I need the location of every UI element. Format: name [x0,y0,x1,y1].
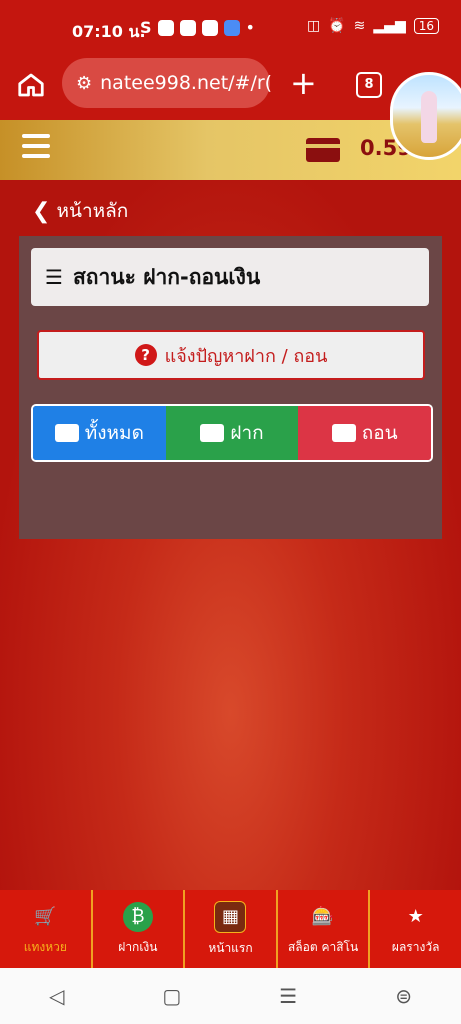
status-panel: ☰ สถานะ ฝาก-ถอนเงิน ? แจ้งปัญหาฝาก / ถอน… [19,236,442,539]
nav-home-label: หน้าแรก [208,940,253,955]
recents-icon[interactable]: ☰ [279,984,297,1008]
wifi-icon: ≋ [353,18,366,34]
nav-deposit[interactable]: ₿ ฝากเงิน [93,890,186,968]
tab-withdraw-label: ถอน [361,422,398,444]
credit-card-icon [306,138,340,162]
page-title: สถานะ ฝาก-ถอนเงิน [72,264,261,289]
report-problem-button[interactable]: ? แจ้งปัญหาฝาก / ถอน [37,330,425,380]
dot-icon: • [245,18,255,37]
nav-slots[interactable]: 🎰 สล็อต คาสิโน [278,890,371,968]
home-logo-icon: ▦ [214,900,247,933]
status-time: 07:10 น. [72,22,146,41]
filter-tabs: ทั้งหมด ฝาก ถอน [31,404,433,462]
bottom-nav: 🛒 แทงหวย ₿ ฝากเงิน ▦ หน้าแรก 🎰 สล็อต คาส… [0,890,461,968]
nav-results[interactable]: ★ ผลรางวัล [370,890,461,968]
tab-switcher-button[interactable]: 8 [356,72,382,98]
system-icons: ◫ ⏰ ≋ ▂▄▆ 16 [307,18,439,34]
folder-minus-icon [331,424,356,442]
nav-home[interactable]: ▦ หน้าแรก [185,890,278,968]
notification-icons: S • [140,18,255,37]
slot-machine-icon: 🎰 [311,906,335,927]
nfc-icon: ◫ [307,18,321,34]
app-icon [157,19,174,36]
report-label: แจ้งปัญหาฝาก / ถอน [164,345,328,367]
question-icon: ? [134,344,157,366]
tab-deposit-label: ฝาก [230,422,264,444]
tab-all[interactable]: ทั้งหมด [33,406,166,460]
hamburger-menu-icon[interactable] [22,134,50,162]
url-text: natee998.net/#/r( [100,72,273,94]
battery-icon: 16 [413,18,439,34]
tab-withdraw[interactable]: ถอน [298,406,431,460]
bitcoin-icon: ₿ [122,901,153,932]
back-label: หน้าหลัก [56,200,129,222]
youtube-icon [201,19,218,36]
home-square-icon[interactable]: ▢ [162,984,181,1008]
main-content: ❮ หน้าหลัก ☰ สถานะ ฝาก-ถอนเงิน ? แจ้งปัญ… [0,180,461,890]
checklist-icon: ☰ [45,265,63,289]
nav-lottery-label: แทงหวย [23,939,67,954]
new-tab-button[interactable]: + [290,64,317,102]
status-bar: 07:10 น. S • ◫ ⏰ ≋ ▂▄▆ 16 [0,0,461,58]
signal-icon: ▂▄▆ [373,18,406,34]
wallet-icon [54,424,79,442]
accessibility-icon[interactable]: ⊜ [395,984,412,1008]
chevron-left-icon: ❮ [32,198,51,224]
url-field[interactable]: ⚙ natee998.net/#/r( [62,58,273,108]
avatar-figure [421,91,437,143]
tab-deposit[interactable]: ฝาก [165,406,299,460]
nav-deposit-label: ฝากเงิน [118,939,158,954]
alarm-icon: ⏰ [328,18,346,34]
back-triangle-icon[interactable]: ◁ [49,984,64,1008]
messenger-icon [179,19,196,36]
nav-slots-label: สล็อต คาสิโน [287,939,359,954]
s-app-icon: S [140,18,152,37]
tab-all-label: ทั้งหมด [84,422,144,444]
page-title-box: ☰ สถานะ ฝาก-ถอนเงิน [31,248,429,306]
site-settings-icon[interactable]: ⚙ [76,73,92,94]
folder-plus-icon [200,424,225,442]
system-navigation: ◁ ▢ ☰ ⊜ [0,968,461,1024]
avatar[interactable] [390,72,461,160]
nav-lottery[interactable]: 🛒 แทงหวย [0,890,93,968]
nav-results-label: ผลรางวัล [391,939,440,954]
app-icon [223,19,240,36]
jackpot-icon: ★ [407,906,424,927]
back-link[interactable]: ❮ หน้าหลัก [32,196,128,226]
cart-icon: 🛒 [34,906,57,927]
home-icon[interactable] [16,70,46,100]
